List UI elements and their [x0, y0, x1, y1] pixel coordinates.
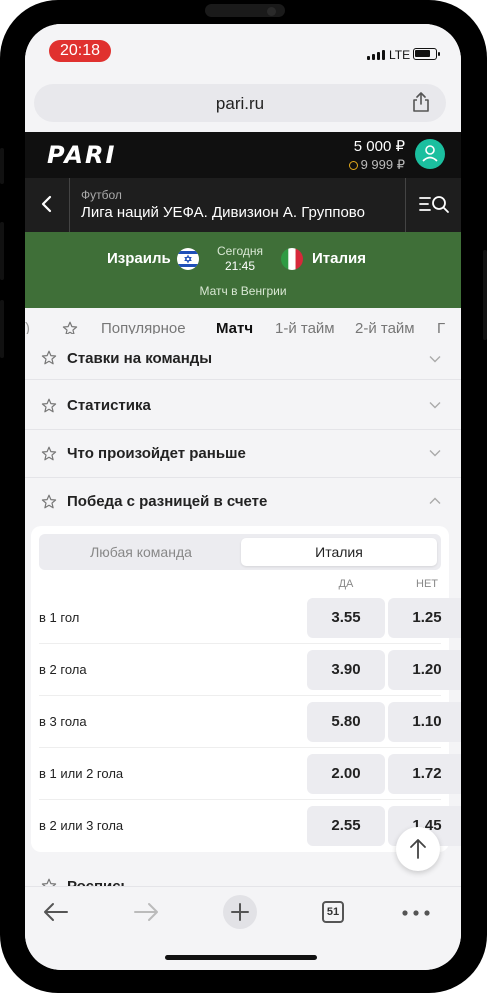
match-time: Сегодня 21:45 [205, 244, 275, 273]
chevron-up-icon [429, 497, 441, 504]
section-win-margin[interactable]: Победа с разницей в счете [25, 478, 461, 526]
battery-icon [413, 48, 440, 60]
star-icon[interactable] [41, 494, 57, 510]
team-segmented-control: Любая команда Италия [39, 534, 441, 570]
balance-amount: 5 000 ₽ [353, 138, 405, 155]
pari-logo[interactable]: PARI [47, 141, 116, 169]
volume-down-button [0, 300, 4, 358]
column-yes: ДА [338, 578, 354, 590]
header-divider [69, 178, 70, 232]
odds-row: в 1 гол 3.55 1.25 [39, 592, 461, 644]
market-filter-button[interactable] [405, 178, 461, 232]
row-label: в 1 или 2 гола [39, 766, 124, 781]
row-label: в 2 или 3 гола [39, 818, 124, 833]
browser-toolbar: 51 [25, 886, 461, 970]
odds-row: в 2 гола 3.90 1.20 [39, 644, 461, 696]
odds-row: в 1 или 2 гола 2.00 1.72 [39, 748, 461, 800]
user-icon [422, 145, 438, 162]
star-icon[interactable] [41, 398, 57, 414]
status-time: 20:18 [49, 40, 111, 62]
app-header: PARI 5 000 ₽ 9 999 ₽ [25, 132, 461, 178]
tabs-button[interactable]: 51 [322, 901, 344, 923]
match-clock: 21:45 [224, 259, 256, 273]
column-no: НЕТ [416, 578, 438, 590]
forward-arrow-icon[interactable] [129, 897, 165, 927]
section-what-first[interactable]: Что произойдет раньше [25, 430, 461, 478]
bonus-coin-icon [348, 161, 358, 170]
match-banner: Израиль Сегодня 21:45 Италия Матч в Венг… [25, 232, 461, 308]
mute-switch [0, 148, 4, 184]
back-arrow-icon[interactable] [37, 897, 73, 927]
chevron-down-icon [429, 402, 441, 409]
section-label: Победа с разницей в счете [67, 493, 268, 510]
israel-flag-icon [177, 248, 199, 270]
section-label: Статистика [67, 397, 151, 414]
back-chevron-icon[interactable] [35, 192, 59, 216]
balance-block[interactable]: 5 000 ₽ 9 999 ₽ [348, 137, 405, 173]
row-label: в 2 гола [39, 662, 87, 677]
share-icon[interactable] [412, 92, 430, 112]
odds-row: в 2 или 3 гола 2.55 1.45 [39, 800, 461, 852]
win-margin-panel: Любая команда Италия ДА НЕТ в 1 гол 3.55… [31, 526, 461, 852]
url-text[interactable]: pari.ru [34, 94, 446, 114]
phone-frame: 20:18 LTE pari.ru PARI 5 000 ₽ 9 999 ₽ Ф… [0, 0, 487, 993]
section-label: Что произойдет раньше [67, 445, 246, 462]
home-indicator [165, 955, 317, 960]
option-italy[interactable]: Италия [241, 538, 437, 566]
star-icon[interactable] [41, 350, 57, 366]
network-label: LTE [389, 48, 411, 62]
new-tab-button[interactable] [223, 895, 257, 929]
odds-row: в 3 гола 5.80 1.10 [39, 696, 461, 748]
scroll-to-top-button[interactable] [396, 827, 440, 871]
away-team: Италия [312, 250, 366, 267]
status-bar: 20:18 LTE [25, 24, 461, 80]
odd-no[interactable]: 1.72 [388, 754, 461, 794]
match-day: Сегодня [217, 244, 263, 258]
option-any-team[interactable]: Любая команда [43, 538, 239, 566]
chevron-down-icon [429, 450, 441, 457]
address-bar[interactable]: pari.ru [34, 84, 446, 122]
star-icon[interactable] [41, 446, 57, 462]
volume-up-button [0, 222, 4, 280]
screen: 20:18 LTE pari.ru PARI 5 000 ₽ 9 999 ₽ Ф… [25, 24, 461, 970]
front-camera [267, 7, 276, 16]
odd-no[interactable]: 1.20 [388, 650, 461, 690]
home-team: Израиль [107, 250, 171, 267]
italy-flag-icon [281, 248, 303, 270]
odd-yes[interactable]: 5.80 [307, 702, 385, 742]
section-team-bets[interactable]: Ставки на команды [25, 334, 461, 380]
signal-icon [367, 50, 385, 60]
odd-yes[interactable]: 3.55 [307, 598, 385, 638]
chevron-down-icon [429, 356, 441, 363]
plus-icon [231, 903, 249, 921]
row-label: в 1 гол [39, 610, 80, 625]
row-label: в 3 гола [39, 714, 87, 729]
sport-label: Футбол [81, 188, 122, 202]
odd-no[interactable]: 1.10 [388, 702, 461, 742]
power-button [483, 250, 487, 340]
odd-yes[interactable]: 2.55 [307, 806, 385, 846]
section-statistics[interactable]: Статистика [25, 382, 461, 430]
odd-no[interactable]: 1.25 [388, 598, 461, 638]
odd-yes[interactable]: 2.00 [307, 754, 385, 794]
league-title: Лига наций УЕФА. Дивизион А. Группово [81, 204, 365, 221]
arrow-up-icon [410, 839, 426, 859]
section-label: Ставки на команды [67, 350, 213, 367]
profile-avatar[interactable] [415, 139, 445, 169]
match-venue: Матч в Венгрии [199, 284, 287, 298]
event-header: Футбол Лига наций УЕФА. Дивизион А. Груп… [25, 178, 461, 232]
bonus-amount: 9 999 ₽ [348, 157, 405, 173]
odd-yes[interactable]: 3.90 [307, 650, 385, 690]
filter-search-icon [419, 196, 449, 213]
bonus-value: 9 999 ₽ [360, 157, 405, 172]
more-icon[interactable] [401, 909, 431, 917]
